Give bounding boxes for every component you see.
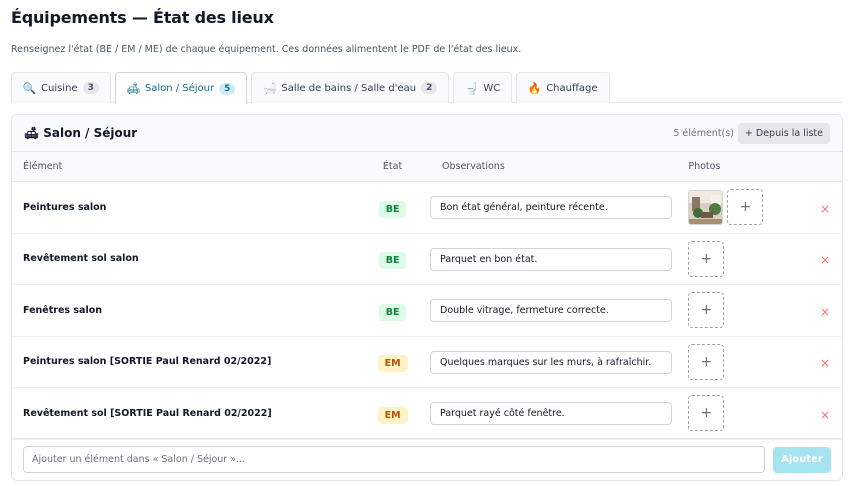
magnifier-icon: 🔍 [22,81,37,95]
tab-salon-sejour[interactable]: 🛋 Salon / Séjour 5 [114,72,248,104]
tab-count-badge: 2 [421,82,438,94]
add-element-input[interactable] [23,446,765,473]
toilet-icon: 🚽 [464,81,479,95]
add-photo-button[interactable]: + [727,189,764,226]
observation-input[interactable] [430,299,673,323]
observation-input[interactable] [430,247,673,271]
tab-label: Cuisine [41,82,78,94]
tab-salle-de-bains[interactable]: 🛁 Salle de bains / Salle d'eau 2 [251,72,450,103]
column-header-observations: Observations [441,161,505,172]
room-panel: 🛋 Salon / Séjour 5 élément(s) + Depuis l… [11,114,843,481]
tab-label: WC [483,82,501,94]
page-title: Équipements — État des lieux [11,8,274,27]
table-row: Peintures salon BE + [12,182,842,234]
tab-wc[interactable]: 🚽 WC [453,72,513,103]
panel-title-label: Salon / Séjour [43,126,138,140]
tab-chauffage[interactable]: 🔥 Chauffage [516,72,610,103]
add-photo-button[interactable]: + [688,292,725,329]
tab-label: Salon / Séjour [144,83,215,94]
delete-icon[interactable]: × [820,202,830,216]
etat-badge[interactable]: EM [377,406,408,424]
element-name: Peintures salon [SORTIE Paul Renard 02/2… [23,356,272,368]
room-tabs: 🔍 Cuisine 3 🛋 Salon / Séjour 5 🛁 Salle d… [11,72,843,104]
element-name: Peintures salon [23,201,107,213]
add-photo-button[interactable]: + [688,240,725,277]
from-list-button[interactable]: + Depuis la liste [737,122,830,144]
observation-input[interactable] [430,196,673,220]
page-subtitle: Renseignez l'état (BE / EM / ME) de chaq… [11,44,522,55]
element-name: Revêtement sol salon [23,253,139,265]
bathtub-icon: 🛁 [263,81,277,95]
etat-badge[interactable]: BE [378,303,407,321]
element-name: Revêtement sol [SORTIE Paul Renard 02/20… [23,407,272,419]
table-header: Élément État Observations Photos [12,152,842,182]
panel-header: 🛋 Salon / Séjour 5 élément(s) + Depuis l… [12,115,842,152]
column-header-element: Élément [23,161,63,172]
delete-icon[interactable]: × [820,253,830,267]
tab-count-badge: 5 [219,82,236,95]
column-header-etat: État [382,161,403,172]
photo-thumbnail[interactable] [688,189,724,225]
element-name: Fenêtres salon [23,304,102,316]
delete-icon[interactable]: × [820,305,830,319]
add-photo-button[interactable]: + [688,343,725,380]
add-photo-button[interactable]: + [688,395,725,432]
column-header-photos: Photos [688,161,721,172]
tab-count-badge: 3 [82,82,99,94]
table-row: Revêtement sol [SORTIE Paul Renard 02/20… [12,388,842,440]
tab-cuisine[interactable]: 🔍 Cuisine 3 [11,72,111,103]
sofa-icon: 🛋 [126,82,141,95]
tab-label: Chauffage [546,82,598,94]
add-element-button[interactable]: Ajouter [773,446,831,473]
delete-icon[interactable]: × [820,408,830,422]
delete-icon[interactable]: × [820,356,830,370]
etat-badge[interactable]: BE [378,252,407,270]
table-row: Peintures salon [SORTIE Paul Renard 02/2… [12,337,842,388]
add-element-bar: Ajouter [12,438,842,480]
element-count: 5 élément(s) [673,127,734,139]
observation-input[interactable] [430,402,673,426]
panel-title: 🛋 Salon / Séjour [24,126,137,140]
tab-label: Salle de bains / Salle d'eau [281,82,417,94]
table-row: Revêtement sol salon BE + × [12,234,842,285]
observation-input[interactable] [430,350,673,374]
etat-badge[interactable]: EM [377,355,408,373]
etat-badge[interactable]: BE [378,200,407,218]
fire-icon: 🔥 [527,81,542,95]
sofa-icon: 🛋 [24,126,40,140]
table-row: Fenêtres salon BE + × [12,285,842,337]
